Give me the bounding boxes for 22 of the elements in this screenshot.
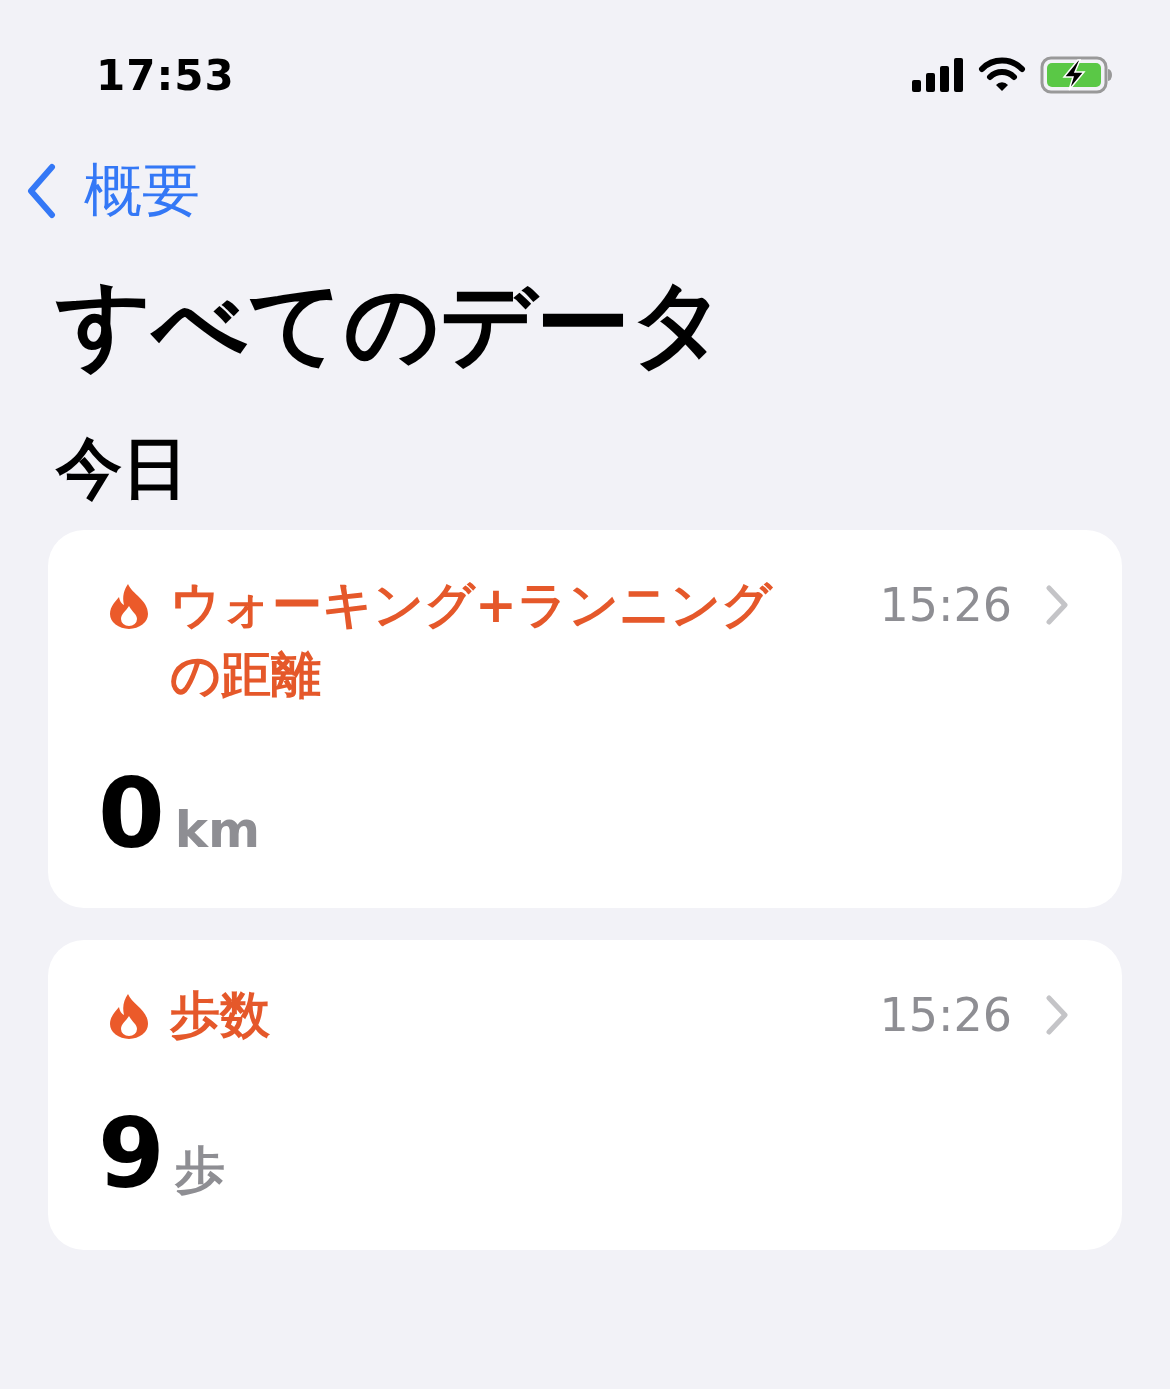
card-time: 15:26 xyxy=(879,578,1012,632)
battery-charging-icon xyxy=(1040,56,1114,94)
wifi-icon xyxy=(978,57,1026,93)
card-title: 歩数 xyxy=(170,985,270,1046)
card-time: 15:26 xyxy=(879,988,1012,1042)
value-text: 9 xyxy=(98,1106,165,1202)
back-button[interactable]: 概要 xyxy=(26,152,200,230)
data-card[interactable]: ウォーキング+ランニングの距離 15:26 0 km xyxy=(48,530,1122,908)
unit-label: 歩 xyxy=(174,1140,225,1201)
data-card[interactable]: 歩数 15:26 9 歩 xyxy=(48,940,1122,1250)
unit-label: km xyxy=(174,801,261,859)
card-title: ウォーキング+ランニングの距離 xyxy=(170,575,774,706)
page-title: すべてのデータ xyxy=(56,268,727,380)
section-header: 今日 xyxy=(56,428,189,508)
chevron-icon xyxy=(1046,585,1068,625)
signal-icon xyxy=(912,58,964,92)
status-time: 17:53 xyxy=(96,50,235,100)
back-chevron-icon xyxy=(26,163,56,219)
chevron-icon xyxy=(1046,995,1068,1035)
flame-icon xyxy=(108,582,150,630)
value-text: 0 xyxy=(98,766,165,862)
flame-icon xyxy=(108,992,150,1040)
